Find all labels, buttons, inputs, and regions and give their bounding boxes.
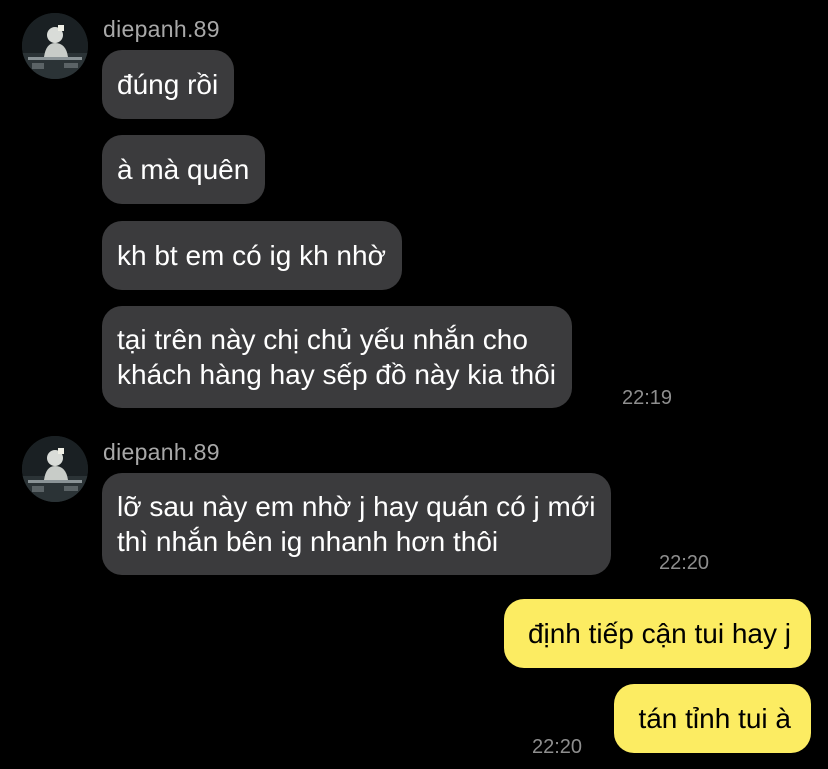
avatar[interactable] — [22, 436, 88, 502]
avatar-photo-icon — [22, 13, 88, 79]
message-text-line: lỡ sau này em nhờ j hay quán có j mới — [117, 491, 596, 522]
outgoing-message-bubble[interactable]: định tiếp cận tui hay j — [503, 599, 811, 668]
sender-name: diepanh.89 — [103, 16, 220, 42]
message-text-line: khách hàng hay sếp đồ này kia thôi — [117, 359, 556, 390]
message-bubble[interactable]: kh bt em có ig kh nhờ — [102, 221, 402, 290]
message-timestamp: 22:19 — [622, 387, 673, 409]
message-bubble[interactable]: à mà quên — [102, 135, 266, 204]
message-text: định tiếp cận tui hay j — [527, 618, 791, 649]
outgoing-message-bubble[interactable]: tán tỉnh tui à — [614, 684, 811, 753]
message-bubble[interactable]: tại trên này chị chủ yếu nhắn cho khách … — [102, 306, 572, 408]
message-timestamp: 22:20 — [659, 552, 710, 574]
avatar[interactable] — [22, 13, 88, 79]
message-text-line: tại trên này chị chủ yếu nhắn cho — [117, 324, 528, 355]
message-bubble[interactable]: lỡ sau này em nhờ j hay quán có j mới th… — [102, 473, 612, 575]
message-bubble[interactable]: đúng rồi — [102, 50, 235, 119]
sender-name: diepanh.89 — [103, 439, 220, 465]
message-text: kh bt em có ig kh nhờ — [117, 240, 386, 271]
avatar-photo-icon — [22, 436, 88, 502]
message-text: à mà quên — [117, 154, 250, 185]
message-text: tán tỉnh tui à — [638, 703, 791, 734]
message-timestamp: 22:20 — [532, 736, 583, 758]
message-text-line: thì nhắn bên ig nhanh hơn thôi — [117, 526, 499, 557]
message-text: đúng rồi — [117, 69, 219, 100]
